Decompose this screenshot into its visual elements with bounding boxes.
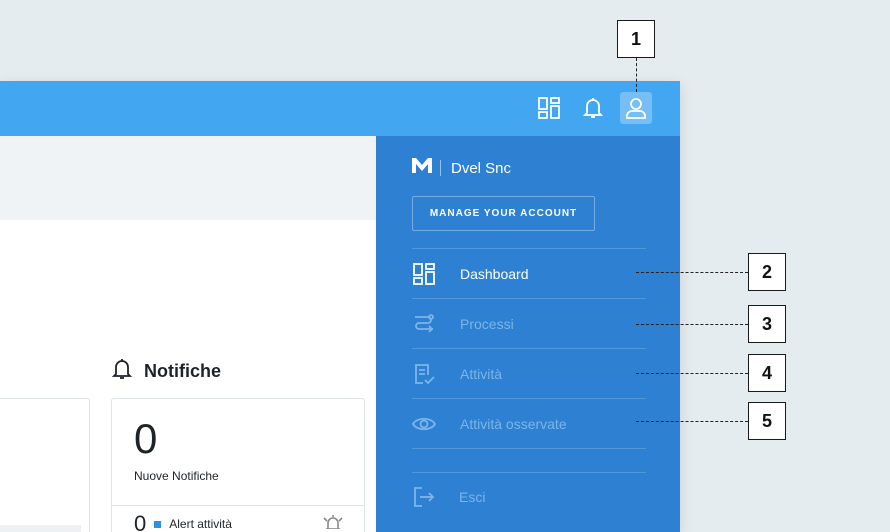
notification-count: 0 bbox=[134, 415, 158, 462]
company-name: Dvel Snc bbox=[451, 159, 512, 177]
process-icon bbox=[412, 312, 436, 336]
menu-divider bbox=[412, 348, 646, 349]
notifications-title: Notifiche bbox=[144, 361, 222, 381]
alert-dot bbox=[154, 520, 162, 528]
callout-4: 4 bbox=[748, 354, 786, 392]
logo-icon bbox=[412, 158, 432, 178]
menu-label: Processi bbox=[460, 316, 514, 332]
menu-divider bbox=[412, 298, 646, 299]
notifications-heading: Notifiche bbox=[111, 358, 222, 385]
menu-divider bbox=[412, 472, 646, 473]
menu-label: Attività osservate bbox=[460, 416, 567, 432]
callout-3-leader bbox=[636, 324, 748, 325]
dashboard-icon bbox=[412, 262, 436, 286]
account-panel: Dvel Snc MANAGE YOUR ACCOUNT Dashboard P… bbox=[376, 136, 680, 532]
notifications-card[interactable]: 0 Nuove Notifiche 0 Alert attività bbox=[111, 398, 365, 532]
logout-label: Esci bbox=[459, 489, 486, 505]
menu-divider bbox=[412, 448, 646, 449]
left-card bbox=[0, 398, 90, 532]
callout-2: 2 bbox=[748, 253, 786, 291]
menu-item-processi[interactable]: Processi bbox=[412, 304, 646, 344]
bell-icon[interactable] bbox=[578, 93, 608, 123]
alarm-icon bbox=[322, 515, 344, 532]
callout-3: 3 bbox=[748, 305, 786, 343]
callout-5: 5 bbox=[748, 402, 786, 440]
logout-button[interactable]: Esci bbox=[412, 477, 646, 517]
user-icon[interactable] bbox=[620, 92, 652, 124]
bell-icon bbox=[111, 358, 133, 385]
top-bar bbox=[0, 81, 680, 136]
menu-item-dashboard[interactable]: Dashboard bbox=[412, 254, 646, 294]
card-divider bbox=[112, 505, 364, 506]
callout-1: 1 bbox=[617, 20, 655, 58]
menu-label: Attività bbox=[460, 366, 503, 382]
logout-icon bbox=[412, 485, 436, 509]
notification-count-label: Nuove Notifiche bbox=[134, 469, 219, 483]
alert-row[interactable]: 0 Alert attività bbox=[134, 511, 232, 532]
dashboard-icon[interactable] bbox=[534, 93, 564, 123]
menu-item-attivita-osservate[interactable]: Attività osservate bbox=[412, 404, 646, 444]
manage-account-button[interactable]: MANAGE YOUR ACCOUNT bbox=[412, 196, 595, 231]
callout-1-leader bbox=[636, 58, 637, 92]
alert-count: 0 bbox=[134, 511, 147, 532]
card-strip bbox=[0, 525, 81, 532]
brand: Dvel Snc bbox=[412, 158, 511, 178]
eye-icon bbox=[412, 412, 436, 436]
brand-separator bbox=[440, 160, 441, 176]
callout-5-leader bbox=[636, 421, 748, 422]
menu-divider bbox=[412, 248, 646, 249]
content-header bbox=[0, 136, 376, 220]
menu-label: Dashboard bbox=[460, 266, 529, 282]
menu-item-attivita[interactable]: Attività bbox=[412, 354, 646, 394]
callout-4-leader bbox=[636, 373, 748, 374]
menu-divider bbox=[412, 398, 646, 399]
alert-label: Alert attività bbox=[169, 517, 232, 531]
task-icon bbox=[412, 362, 436, 386]
callout-2-leader bbox=[636, 272, 748, 273]
